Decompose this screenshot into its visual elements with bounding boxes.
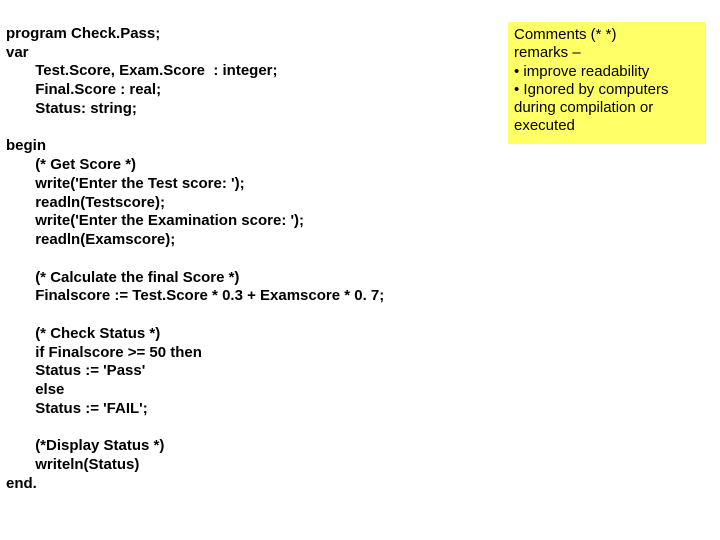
code-line: end. xyxy=(6,475,37,492)
code-line: program Check.Pass; xyxy=(6,25,160,42)
code-line: Final.Score : real; xyxy=(35,81,161,98)
code-line: Status: string; xyxy=(35,100,137,117)
code-line: readln(Examscore); xyxy=(35,231,175,248)
code-line: (* Check Status *) xyxy=(35,325,160,342)
code-line: write('Enter the Examination score: '); xyxy=(35,212,304,229)
code-line: Status := 'FAIL'; xyxy=(35,400,148,417)
code-line: writeln(Status) xyxy=(35,456,139,473)
code-line: (* Calculate the final Score *) xyxy=(35,269,239,286)
code-line: Status := 'Pass' xyxy=(35,362,145,379)
code-line: if Finalscore >= 50 then xyxy=(35,344,202,361)
note-line: during compilation or xyxy=(514,99,700,117)
code-line: else xyxy=(35,381,64,398)
note-line: • improve readability xyxy=(514,63,700,81)
note-title: Comments (* *) xyxy=(514,26,700,44)
comments-note: Comments (* *) remarks – • improve reada… xyxy=(508,22,706,144)
code-line: (* Get Score *) xyxy=(35,156,136,173)
code-line: Test.Score, Exam.Score : integer; xyxy=(35,62,277,79)
code-line: readln(Testscore); xyxy=(35,194,165,211)
note-line: executed xyxy=(514,117,700,135)
code-line: Finalscore := Test.Score * 0.3 + Examsco… xyxy=(35,287,384,304)
code-line: (*Display Status *) xyxy=(35,437,164,454)
note-line: • Ignored by computers xyxy=(514,81,700,99)
code-line: write('Enter the Test score: '); xyxy=(35,175,244,192)
code-line: var xyxy=(6,44,29,61)
note-line: remarks – xyxy=(514,44,700,62)
code-line: begin xyxy=(6,137,46,154)
code-block: program Check.Pass; var Test.Score, Exam… xyxy=(6,6,506,494)
